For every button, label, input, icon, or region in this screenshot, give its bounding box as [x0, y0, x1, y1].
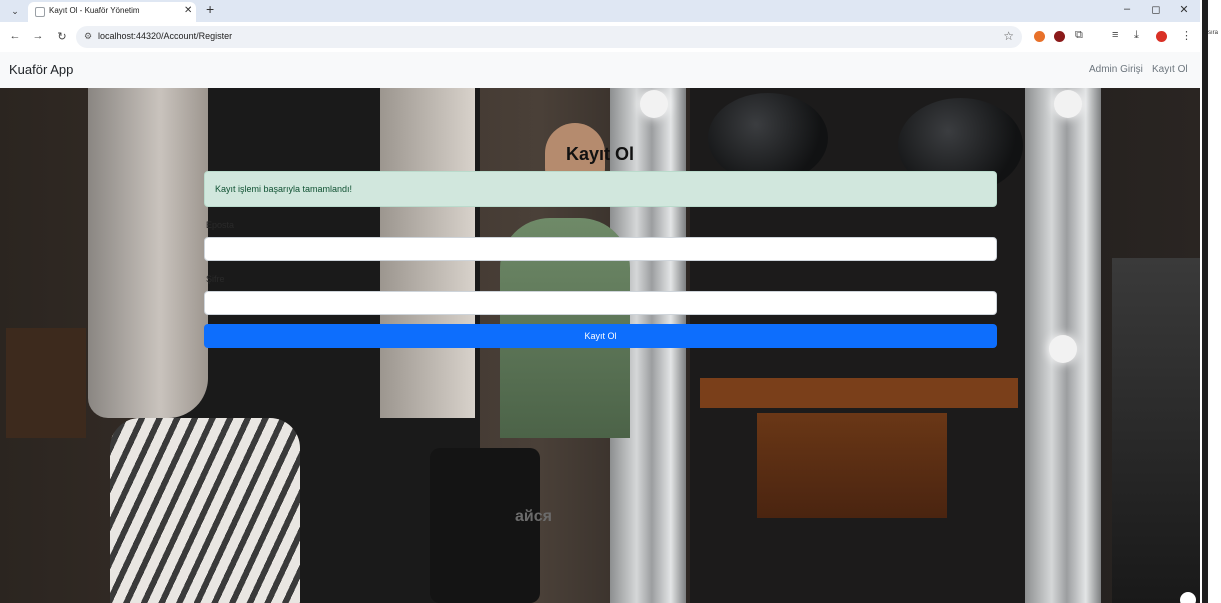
email-label: Eposta [206, 220, 235, 230]
password-label: Şifre [206, 274, 225, 284]
maximize-icon[interactable]: ◻ [1148, 3, 1164, 16]
browser-tab-bar: ⌄ Kayıt Ol - Kuaför Yönetim ✕ + – ◻ ✕ [0, 0, 1200, 22]
menu-kebab-icon[interactable]: ⋮ [1181, 29, 1192, 42]
side-panel-text: sıra [1208, 30, 1219, 36]
brand-link[interactable]: Kuaför App [9, 62, 73, 77]
tab-list-icon[interactable]: ⌄ [8, 4, 22, 18]
address-bar[interactable]: ⚙ localhost:44320/Account/Register ☆ [76, 26, 1022, 48]
reload-icon[interactable]: ↻ [55, 30, 69, 43]
password-field[interactable] [204, 291, 997, 315]
page-title: Kayıt Ol [565, 144, 635, 164]
extension-icon[interactable] [1034, 31, 1045, 42]
profile-avatar-icon[interactable] [1156, 31, 1167, 42]
extension-shield-icon[interactable] [1054, 31, 1065, 42]
drawer-decor [757, 413, 947, 518]
hair-dryer-decor [708, 93, 828, 183]
counter-decor [700, 378, 1018, 408]
site-info-icon[interactable]: ⚙ [84, 31, 92, 42]
bulb-decor [1049, 335, 1077, 363]
tab-title: Kayıt Ol - Kuaför Yönetim [49, 6, 140, 15]
bulb-decor [640, 90, 668, 118]
side-panel-strip: sıra [1200, 0, 1221, 603]
close-icon[interactable]: ✕ [184, 5, 192, 16]
extensions-puzzle-icon[interactable]: ⧉ [1075, 29, 1083, 42]
reading-list-icon[interactable]: ≡ [1112, 29, 1118, 41]
plus-icon[interactable]: + [206, 1, 214, 17]
shelf-decor [6, 328, 86, 438]
forward-icon[interactable]: → [31, 30, 45, 42]
download-icon[interactable]: ⤓ [1134, 29, 1139, 42]
browser-tab[interactable]: Kayıt Ol - Kuaför Yönetim ✕ [28, 2, 196, 22]
success-alert: Kayıt işlemi başarıyla tamamlandı! [204, 171, 997, 207]
side-divider [1202, 0, 1208, 603]
nav-link-register[interactable]: Kayıt Ol [1152, 64, 1188, 75]
window-close-icon[interactable]: ✕ [1176, 3, 1192, 16]
page-favicon-icon [35, 7, 45, 17]
url-text: localhost:44320/Account/Register [98, 31, 233, 41]
chair-decor [1112, 258, 1200, 603]
site-navbar: Kuaför App Admin Girişi Kayıt Ol [0, 52, 1200, 88]
barber-decor [88, 88, 208, 418]
register-button[interactable]: Kayıt Ol [204, 324, 997, 348]
star-icon[interactable]: ☆ [1003, 29, 1014, 43]
browser-toolbar: ← → ↻ ⚙ localhost:44320/Account/Register… [0, 22, 1200, 52]
email-field[interactable] [204, 237, 997, 261]
nav-link-admin-login[interactable]: Admin Girişi [1089, 64, 1143, 75]
striped-cape-decor [110, 418, 300, 603]
chair-text: айся [515, 508, 552, 525]
back-icon[interactable]: ← [8, 30, 22, 42]
alert-message: Kayıt işlemi başarıyla tamamlandı! [215, 184, 353, 194]
minimize-icon[interactable]: – [1119, 3, 1135, 15]
scroll-indicator [1180, 592, 1196, 603]
bulb-decor [1054, 90, 1082, 118]
